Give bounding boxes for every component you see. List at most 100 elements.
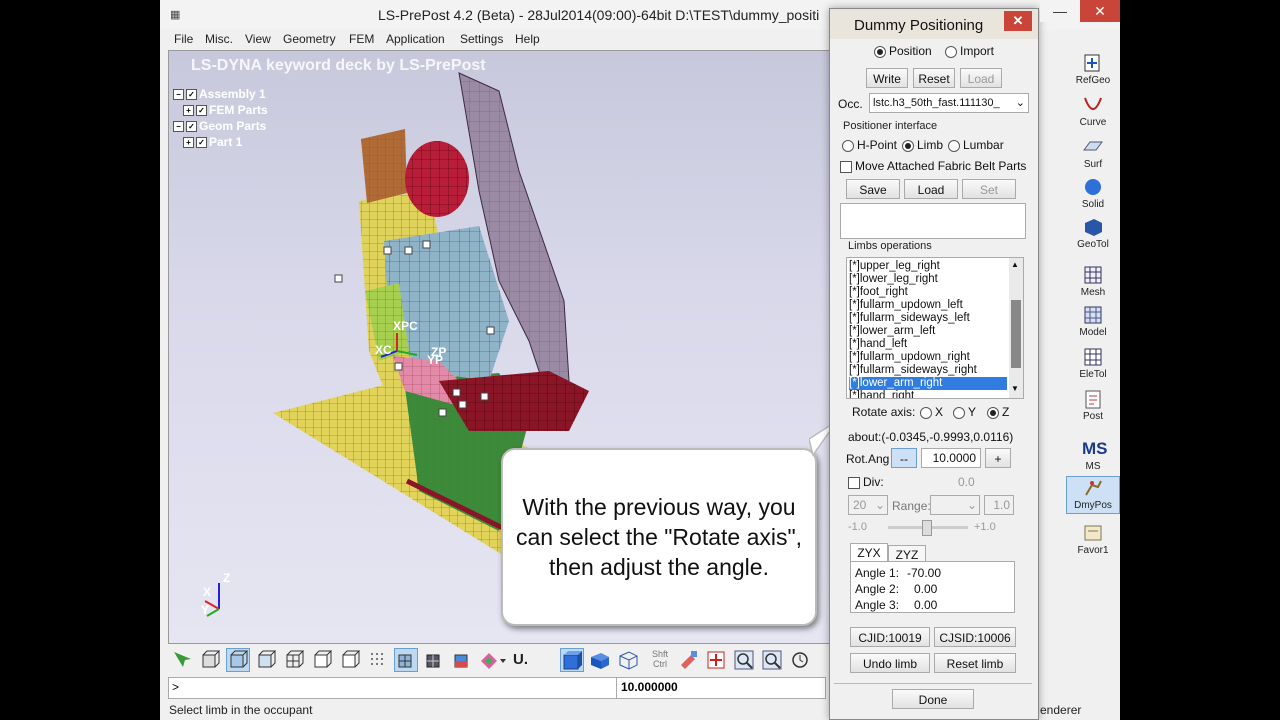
list-item[interactable]: [*]hand_right xyxy=(849,390,1007,398)
rot-decrease-button[interactable]: -- xyxy=(891,448,917,468)
zoom-fit-icon[interactable] xyxy=(760,648,784,672)
tree-fem-parts[interactable]: + ✓ FEM Parts xyxy=(183,103,268,117)
color-dropdown-icon[interactable] xyxy=(478,648,508,672)
scroll-thumb[interactable] xyxy=(1011,300,1021,368)
dark-mesh-icon[interactable] xyxy=(422,648,446,672)
window-close-button[interactable]: ✕ xyxy=(1080,0,1120,22)
dmypos-button[interactable]: DmyPos xyxy=(1066,476,1120,514)
list-item[interactable]: [*]upper_leg_right xyxy=(849,260,1007,273)
hpoint-radio[interactable]: H-Point xyxy=(842,138,897,152)
notes-textarea[interactable] xyxy=(840,203,1026,239)
eletol-button[interactable]: EleTol xyxy=(1066,346,1120,380)
paint-icon[interactable] xyxy=(676,648,700,672)
shaded-mesh-icon[interactable] xyxy=(394,648,418,672)
tree-expand-icon[interactable]: + xyxy=(183,137,194,149)
scroll-up-icon[interactable]: ▲ xyxy=(1011,260,1019,269)
menu-file[interactable]: File xyxy=(174,32,193,46)
favor1-button[interactable]: Favor1 xyxy=(1066,522,1120,556)
ms-button[interactable]: MS MS xyxy=(1066,438,1120,472)
graphics-viewport[interactable]: LS-DYNA keyword deck by LS-PrePost − ✓ Ass… xyxy=(168,50,838,644)
wireframe-cube-icon[interactable] xyxy=(198,648,222,672)
shaded-cube-icon[interactable] xyxy=(226,648,250,672)
range-value-input[interactable]: 1.0 xyxy=(984,495,1014,515)
solid-button[interactable]: Solid xyxy=(1066,176,1120,210)
reset-button[interactable]: Reset xyxy=(913,68,955,88)
tree-expand-icon[interactable]: − xyxy=(173,121,184,133)
range-select[interactable]: ⌄ xyxy=(930,495,980,515)
tab-zyx[interactable]: ZYX xyxy=(850,543,888,562)
rot-increase-button[interactable]: + xyxy=(985,448,1011,468)
list-item[interactable]: [*]fullarm_updown_left xyxy=(849,299,1007,312)
post-button[interactable]: Post xyxy=(1066,388,1120,422)
u-button[interactable]: U. xyxy=(512,648,536,672)
rot-angle-input[interactable]: 10.0000 xyxy=(921,448,981,468)
tree-checkbox[interactable]: ✓ xyxy=(186,89,197,101)
tree-part-1[interactable]: + ✓ Part 1 xyxy=(183,135,242,149)
list-item[interactable]: [*]lower_arm_left xyxy=(849,325,1007,338)
tree-assembly[interactable]: − ✓ Assembly 1 xyxy=(173,87,266,101)
dialog-close-button[interactable]: ✕ xyxy=(1004,11,1032,31)
wire-cube-blue-icon[interactable] xyxy=(616,648,640,672)
cjid-button[interactable]: CJID:10019 xyxy=(850,627,930,647)
hidden-line-cube-icon[interactable] xyxy=(254,648,278,672)
limb-radio[interactable]: Limb xyxy=(902,138,943,152)
geotol-button[interactable]: GeoTol xyxy=(1066,216,1120,250)
menu-view[interactable]: View xyxy=(245,32,271,46)
reset-limb-button[interactable]: Reset limb xyxy=(934,653,1016,673)
lumbar-radio[interactable]: Lumbar xyxy=(948,138,1004,152)
menu-geometry[interactable]: Geometry xyxy=(283,32,336,46)
list-item[interactable]: [*]hand_left xyxy=(849,338,1007,351)
tree-geom-parts[interactable]: − ✓ Geom Parts xyxy=(173,119,266,133)
curve-button[interactable]: Curve xyxy=(1066,94,1120,128)
model-button[interactable]: Model xyxy=(1066,304,1120,338)
slider-thumb[interactable] xyxy=(922,520,932,536)
save-button[interactable]: Save xyxy=(846,179,900,199)
menu-help[interactable]: Help xyxy=(515,32,540,46)
div-checkbox[interactable]: Div: xyxy=(848,475,884,489)
set-button[interactable]: Set xyxy=(962,179,1016,199)
limbs-scrollbar[interactable]: ▲ ▼ xyxy=(1009,258,1023,398)
write-button[interactable]: Write xyxy=(866,68,908,88)
cjsid-button[interactable]: CJSID:10006 xyxy=(934,627,1016,647)
axis-x-radio[interactable]: X xyxy=(920,405,943,419)
mesh-button[interactable]: Mesh xyxy=(1066,264,1120,298)
rotate-view-icon[interactable] xyxy=(788,648,812,672)
outline-cube-icon[interactable] xyxy=(310,648,334,672)
done-button[interactable]: Done xyxy=(892,689,974,709)
refgeo-button[interactable]: RefGeo xyxy=(1066,52,1120,86)
scroll-down-icon[interactable]: ▼ xyxy=(1011,384,1019,393)
fringe-cube-icon[interactable] xyxy=(450,648,474,672)
list-item[interactable]: [*]fullarm_sideways_right xyxy=(849,364,1007,377)
mesh-cube-icon[interactable] xyxy=(282,648,306,672)
list-item[interactable]: [*]foot_right xyxy=(849,286,1007,299)
move-belt-checkbox[interactable]: Move Attached Fabric Belt Parts xyxy=(840,159,1026,173)
mode-position-radio[interactable]: Position xyxy=(874,44,932,58)
axis-z-radio[interactable]: Z xyxy=(987,405,1009,419)
minimize-button[interactable]: — xyxy=(1040,0,1080,22)
rot-slider[interactable] xyxy=(888,520,968,536)
load-button-top[interactable]: Load xyxy=(960,68,1002,88)
menu-misc[interactable]: Misc. xyxy=(205,32,233,46)
tree-checkbox[interactable]: ✓ xyxy=(186,121,197,133)
limbs-list[interactable]: [*]upper_leg_right [*]lower_leg_right [*… xyxy=(846,257,1024,399)
tree-expand-icon[interactable]: + xyxy=(183,105,194,117)
mode-import-radio[interactable]: Import xyxy=(945,44,994,58)
list-item[interactable]: [*]fullarm_updown_right xyxy=(849,351,1007,364)
list-item[interactable]: [*]lower_leg_right xyxy=(849,273,1007,286)
undo-limb-button[interactable]: Undo limb xyxy=(850,653,930,673)
pick-icon[interactable] xyxy=(170,648,194,672)
load-button[interactable]: Load xyxy=(904,179,958,199)
steps-select[interactable]: 20 ⌄ xyxy=(848,495,888,515)
zoom-in-icon[interactable] xyxy=(732,648,756,672)
menu-settings[interactable]: Settings xyxy=(460,32,503,46)
blue-cube-icon[interactable] xyxy=(560,648,584,672)
surf-button[interactable]: Surf xyxy=(1066,136,1120,170)
center-icon[interactable] xyxy=(704,648,728,672)
tree-expand-icon[interactable]: − xyxy=(173,89,184,101)
list-item[interactable]: [*]fullarm_sideways_left xyxy=(849,312,1007,325)
occupant-select[interactable]: lstc.h3_50th_fast.111130_ ⌄ xyxy=(869,93,1029,113)
menu-application[interactable]: Application xyxy=(386,32,445,46)
feature-cube-icon[interactable] xyxy=(338,648,362,672)
menu-fem[interactable]: FEM xyxy=(349,32,374,46)
solid-blue-icon[interactable] xyxy=(588,648,612,672)
